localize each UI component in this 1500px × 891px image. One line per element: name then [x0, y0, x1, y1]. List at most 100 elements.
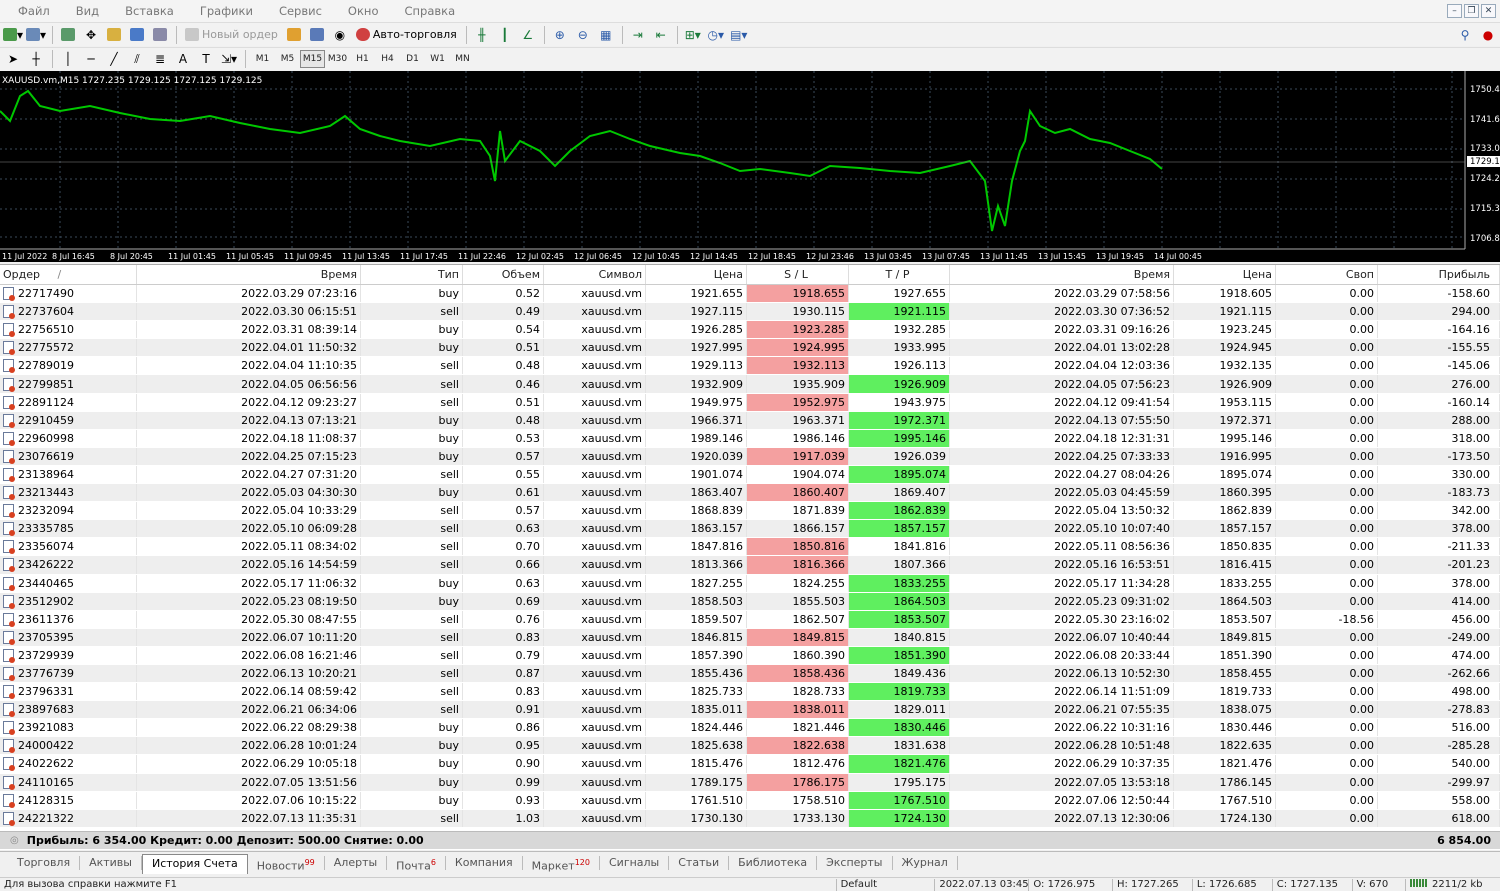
table-row[interactable]: 22789019 2022.04.04 11:10:35 sell 0.48 xauus…: [0, 357, 1500, 376]
tab-10[interactable]: Библиотека: [729, 855, 818, 870]
col-close-price[interactable]: Цена: [1174, 265, 1276, 284]
menu-item-6[interactable]: Справка: [390, 4, 467, 18]
timeframe-d1[interactable]: D1: [400, 50, 425, 68]
col-volume[interactable]: Объем: [463, 265, 544, 284]
tile-windows-icon[interactable]: ▦: [595, 25, 617, 45]
table-row[interactable]: 24110165 2022.07.05 13:51:56 buy 0.99 xauusd…: [0, 773, 1500, 792]
tab-0[interactable]: Торговля: [8, 855, 81, 870]
market-watch-icon[interactable]: [57, 25, 79, 45]
timeframe-h4[interactable]: H4: [375, 50, 400, 68]
table-row[interactable]: 22717490 2022.03.29 07:23:16 buy 0.52 xauusd…: [0, 285, 1500, 304]
timeframe-mn[interactable]: MN: [450, 50, 475, 68]
table-row[interactable]: 23440465 2022.05.17 11:06:32 buy 0.63 xauusd…: [0, 574, 1500, 593]
col-symbol[interactable]: Символ: [544, 265, 646, 284]
table-row[interactable]: 22737604 2022.03.30 06:15:51 sell 0.49 xauus…: [0, 303, 1500, 322]
table-row[interactable]: 23356074 2022.05.11 08:34:02 sell 0.70 xauus…: [0, 538, 1500, 557]
menu-item-1[interactable]: Вид: [62, 4, 111, 18]
table-row[interactable]: 23796331 2022.06.14 08:59:42 sell 0.83 xauus…: [0, 683, 1500, 702]
tab-9[interactable]: Статьи: [669, 855, 730, 870]
zoom-in-icon[interactable]: ⊕: [549, 25, 571, 45]
table-row[interactable]: 23921083 2022.06.22 08:29:38 buy 0.86 xauusd…: [0, 719, 1500, 738]
candlestick-icon[interactable]: ┃: [494, 25, 516, 45]
indicators-icon[interactable]: ⊞▾: [682, 25, 704, 45]
table-row[interactable]: 23138964 2022.04.27 07:31:20 sell 0.55 xauus…: [0, 465, 1500, 485]
horizontal-line-icon[interactable]: ─: [80, 49, 102, 69]
zoom-out-icon[interactable]: ⊖: [572, 25, 594, 45]
cursor-icon[interactable]: ➤: [2, 49, 24, 69]
fibonacci-icon[interactable]: ≣: [149, 49, 171, 69]
crosshair-icon[interactable]: ┼: [25, 49, 47, 69]
col-order[interactable]: Ордер /: [0, 265, 137, 284]
data-window-icon[interactable]: ✥: [80, 25, 102, 45]
table-row[interactable]: 22775572 2022.04.01 11:50:32 buy 0.51 xauusd…: [0, 339, 1500, 358]
table-row[interactable]: 23076619 2022.04.25 07:15:23 buy 0.57 xauusd…: [0, 447, 1500, 466]
table-row[interactable]: 22910459 2022.04.13 07:13:21 buy 0.48 xauusd…: [0, 411, 1500, 430]
navigator-icon[interactable]: [103, 25, 125, 45]
new-order-button[interactable]: Новый ордер: [181, 25, 282, 45]
new-chart-icon[interactable]: ▾: [2, 25, 24, 45]
arrows-icon[interactable]: ⇲▾: [218, 49, 240, 69]
tab-6[interactable]: Компания: [446, 855, 523, 870]
col-close-time[interactable]: Время: [950, 265, 1174, 284]
table-row[interactable]: 24221322 2022.07.13 11:35:31 sell 1.03 xauus…: [0, 809, 1500, 828]
notification-icon[interactable]: ●: [1477, 25, 1499, 45]
tab-8[interactable]: Сигналы: [600, 855, 670, 870]
timeframe-m15[interactable]: M15: [300, 50, 325, 68]
tester-icon[interactable]: [149, 25, 171, 45]
tab-2[interactable]: История Счета: [141, 853, 248, 874]
table-row[interactable]: 24000422 2022.06.28 10:01:24 buy 0.95 xauusd…: [0, 737, 1500, 756]
col-time[interactable]: Время: [137, 265, 361, 284]
tab-3[interactable]: Новости99: [248, 855, 325, 872]
table-row[interactable]: 23335785 2022.05.10 06:09:28 sell 0.63 xauus…: [0, 520, 1500, 539]
col-sl[interactable]: S / L: [747, 265, 849, 284]
signals-icon[interactable]: [306, 25, 328, 45]
vertical-line-icon[interactable]: │: [57, 49, 79, 69]
periods-icon[interactable]: ◷▾: [705, 25, 727, 45]
table-row[interactable]: 24128315 2022.07.06 10:15:22 buy 0.93 xauusd…: [0, 791, 1500, 810]
table-row[interactable]: 23213443 2022.05.03 04:30:30 buy 0.61 xauusd…: [0, 484, 1500, 503]
menu-item-4[interactable]: Сервис: [265, 4, 334, 18]
meta-editor-icon[interactable]: [283, 25, 305, 45]
timeframe-m30[interactable]: M30: [325, 50, 350, 68]
profiles-icon[interactable]: ▾: [25, 25, 47, 45]
table-row[interactable]: 22891124 2022.04.12 09:23:27 sell 0.51 xauus…: [0, 393, 1500, 412]
bar-chart-icon[interactable]: ╫: [471, 25, 493, 45]
tab-7[interactable]: Маркет120: [523, 855, 600, 872]
terminal-icon[interactable]: [126, 25, 148, 45]
search-icon[interactable]: ⚲: [1454, 25, 1476, 45]
table-row[interactable]: 23705395 2022.06.07 10:11:20 sell 0.83 xauus…: [0, 628, 1500, 647]
close-button[interactable]: ✕: [1481, 4, 1496, 18]
restore-button[interactable]: ❐: [1464, 4, 1479, 18]
text-icon[interactable]: A: [172, 49, 194, 69]
timeframe-h1[interactable]: H1: [350, 50, 375, 68]
tab-5[interactable]: Почта6: [387, 855, 446, 872]
tab-12[interactable]: Журнал: [893, 855, 958, 870]
col-type[interactable]: Тип: [361, 265, 463, 284]
tab-4[interactable]: Алерты: [325, 855, 388, 870]
col-tp[interactable]: T / P: [849, 265, 950, 284]
line-chart-icon[interactable]: ∠: [517, 25, 539, 45]
table-row[interactable]: 22799851 2022.04.05 06:56:56 sell 0.46 xauus…: [0, 375, 1500, 394]
menu-item-0[interactable]: Файл: [4, 4, 62, 18]
price-chart[interactable]: XAUUSD.vm,M15 1727.235 1729.125 1727.125…: [0, 71, 1500, 262]
minimize-button[interactable]: –: [1447, 4, 1462, 18]
templates-icon[interactable]: ▤▾: [728, 25, 750, 45]
auto-trading-button[interactable]: Авто-торговля: [352, 25, 461, 45]
table-row[interactable]: 22756510 2022.03.31 08:39:14 buy 0.54 xauusd…: [0, 321, 1500, 340]
table-row[interactable]: 24022622 2022.06.29 10:05:18 buy 0.90 xauusd…: [0, 755, 1500, 774]
tab-11[interactable]: Эксперты: [817, 855, 893, 870]
text-label-icon[interactable]: T: [195, 49, 217, 69]
col-swap[interactable]: Своп: [1276, 265, 1378, 284]
table-row[interactable]: 23611376 2022.05.30 08:47:55 sell 0.76 xauus…: [0, 610, 1500, 629]
table-row[interactable]: 23426222 2022.05.16 14:54:59 sell 0.66 xauus…: [0, 556, 1500, 575]
timeframe-m1[interactable]: M1: [250, 50, 275, 68]
vps-icon[interactable]: ◉: [329, 25, 351, 45]
tab-1[interactable]: Активы: [80, 855, 142, 870]
table-row[interactable]: 23232094 2022.05.04 10:33:29 sell 0.57 xauus…: [0, 502, 1500, 521]
menu-item-5[interactable]: Окно: [334, 4, 391, 18]
trendline-icon[interactable]: ╱: [103, 49, 125, 69]
channel-icon[interactable]: ⫽: [126, 49, 148, 69]
menu-item-2[interactable]: Вставка: [111, 4, 186, 18]
col-price[interactable]: Цена: [646, 265, 747, 284]
chart-shift-icon[interactable]: ⇤: [650, 25, 672, 45]
